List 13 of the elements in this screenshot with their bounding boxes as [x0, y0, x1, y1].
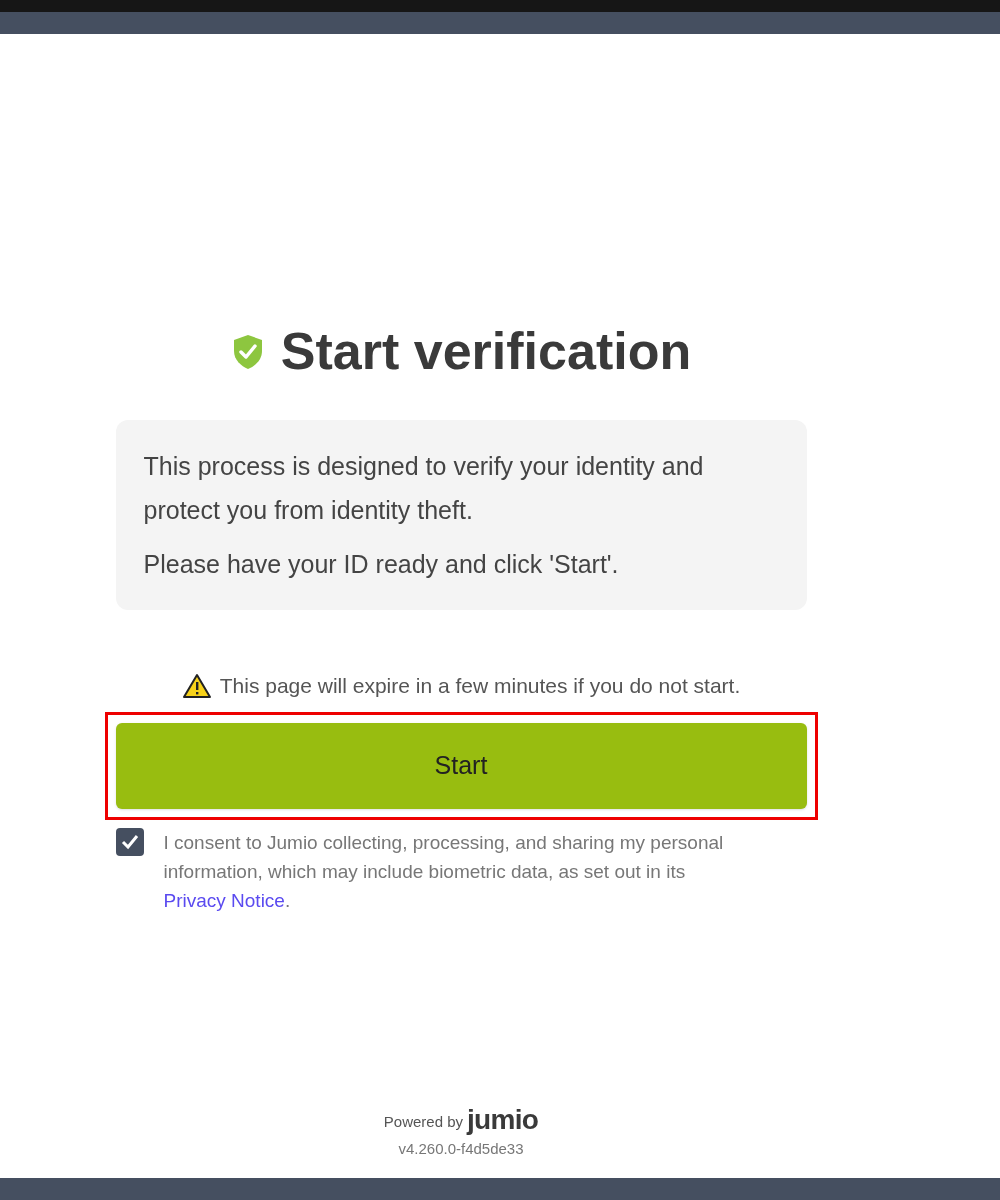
brand-logo: jumio [467, 1105, 539, 1134]
page-title: Start verification [280, 321, 692, 382]
powered-by-text: Powered by [383, 1112, 463, 1132]
info-text: This process is designed to verify your identity and protect you from identity theft. [143, 451, 705, 526]
consent-text: I consent to Jumio collecting, processing, and sharing my personal information, which may include biometric data, as set out in its Privacy Notice. [163, 830, 725, 913]
version-text: v4.260.0-f4d5de33 [398, 1138, 524, 1159]
consent-checkbox[interactable] [115, 827, 144, 856]
start-button[interactable]: Start [115, 722, 807, 809]
warning-icon [181, 672, 212, 699]
privacy-notice-link[interactable]: Privacy Notice [163, 889, 285, 911]
expiry-warning: This page will expire in a few minutes if you do not start. [219, 673, 741, 699]
info-text: Please have your ID ready and click 'Start'. [143, 549, 620, 580]
checkmark-icon [120, 833, 139, 850]
